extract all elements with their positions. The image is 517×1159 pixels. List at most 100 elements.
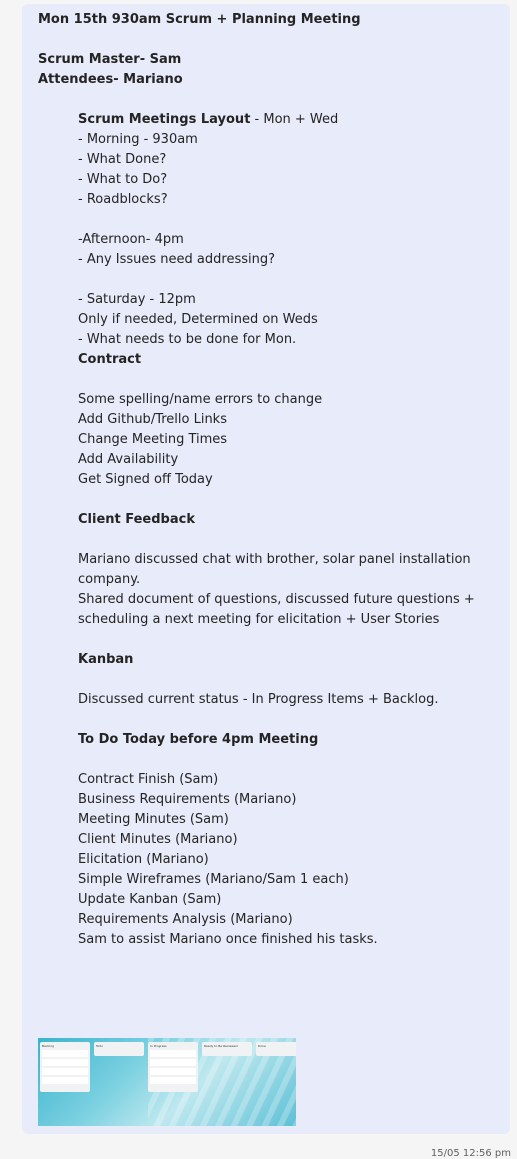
text: Meeting Minutes (Sam)	[78, 812, 229, 827]
text: - What to Do?	[78, 172, 168, 187]
message-line: - Saturday - 12pm	[38, 290, 498, 310]
kanban-column-title: Todo	[96, 1044, 103, 1048]
text: Add Github/Trello Links	[78, 412, 227, 427]
bold-text: Kanban	[78, 652, 134, 667]
text: -Afternoon- 4pm	[78, 232, 184, 247]
message-line: Discussed current status - In Progress I…	[38, 690, 498, 710]
add-card-row	[258, 1050, 296, 1054]
message-line: Update Kanban (Sam)	[38, 890, 498, 910]
text: Some spelling/name errors to change	[78, 392, 323, 407]
kanban-card	[42, 1068, 88, 1075]
message-line: - What to Do?	[38, 170, 498, 190]
text: Change Meeting Times	[78, 432, 228, 447]
message-line: Contract Finish (Sam)	[38, 770, 498, 790]
message-line: -Afternoon- 4pm	[38, 230, 498, 250]
kanban-column: Ready to Be Reviewed	[202, 1042, 252, 1056]
add-card-row	[42, 1086, 88, 1090]
kanban-card	[150, 1050, 196, 1057]
message-bubble: Mon 15th 930am Scrum + Planning Meeting S…	[22, 4, 510, 1134]
message-line: Scrum Master- Sam	[38, 50, 498, 70]
text: Mariano discussed chat with brother, sol…	[78, 552, 471, 587]
kanban-card	[42, 1050, 88, 1057]
text: - Saturday - 12pm	[78, 292, 196, 307]
text: Contract Finish (Sam)	[78, 772, 219, 787]
message-line: Business Requirements (Mariano)	[38, 790, 498, 810]
text: - What Done?	[78, 152, 167, 167]
message-line: Mon 15th 930am Scrum + Planning Meeting	[38, 10, 498, 30]
message-line: Only if needed, Determined on Weds	[38, 310, 498, 330]
bold-text: Client Feedback	[78, 512, 195, 527]
add-card-row	[150, 1086, 196, 1090]
kanban-column: Backlog	[40, 1042, 90, 1092]
message-line: To Do Today before 4pm Meeting	[38, 730, 498, 750]
message-line: - Roadblocks?	[38, 190, 498, 210]
text: Discussed current status - In Progress I…	[78, 692, 439, 707]
message-line: Add Github/Trello Links	[38, 410, 498, 430]
kanban-card	[150, 1077, 196, 1084]
bold-text: Scrum Master- Sam	[38, 52, 182, 67]
text: Business Requirements (Mariano)	[78, 792, 297, 807]
text: - Morning - 930am	[78, 132, 198, 147]
add-card-row	[204, 1050, 250, 1054]
bold-text: To Do Today before 4pm Meeting	[78, 732, 319, 747]
bold-text: Contract	[78, 352, 142, 367]
message-line: - Morning - 930am	[38, 130, 498, 150]
kanban-column: Done	[256, 1042, 296, 1056]
text: Sam to assist Mariano once finished his …	[78, 932, 378, 947]
message-line: Shared document of questions, discussed …	[38, 590, 498, 630]
message-line: - Any Issues need addressing?	[38, 250, 498, 270]
text: - What needs to be done for Mon.	[78, 332, 297, 347]
bold-text: Attendees- Mariano	[38, 72, 183, 87]
message-line: Scrum Meetings Layout - Mon + Wed	[38, 110, 498, 130]
bold-text: Scrum Meetings Layout	[78, 112, 251, 127]
text: - Any Issues need addressing?	[78, 252, 275, 267]
kanban-column: In Progress	[148, 1042, 198, 1092]
add-card-row	[96, 1050, 142, 1054]
message-line: Kanban	[38, 650, 498, 670]
text: - Roadblocks?	[78, 192, 168, 207]
kanban-screenshot-attachment[interactable]: Backlog Todo In Progress Ready to Be Review…	[38, 1038, 296, 1126]
message-line: Meeting Minutes (Sam)	[38, 810, 498, 830]
message-line: Elicitation (Mariano)	[38, 850, 498, 870]
message-body: Mon 15th 930am Scrum + Planning Meeting S…	[38, 10, 498, 950]
text: Add Availability	[78, 452, 179, 467]
text: Client Minutes (Mariano)	[78, 832, 238, 847]
kanban-column-title: In Progress	[150, 1044, 167, 1048]
kanban-card	[42, 1077, 88, 1084]
kanban-column: Todo	[94, 1042, 144, 1056]
message-line: Client Minutes (Mariano)	[38, 830, 498, 850]
kanban-column-title: Done	[258, 1044, 266, 1048]
kanban-card	[150, 1059, 196, 1066]
kanban-card	[150, 1068, 196, 1075]
message-line: Client Feedback	[38, 510, 498, 530]
message-line: Simple Wireframes (Mariano/Sam 1 each)	[38, 870, 498, 890]
text: Requirements Analysis (Mariano)	[78, 912, 293, 927]
kanban-column-title: Ready to Be Reviewed	[204, 1044, 238, 1048]
text: Get Signed off Today	[78, 472, 213, 487]
kanban-column-title: Backlog	[42, 1044, 54, 1048]
text: Only if needed, Determined on Weds	[78, 312, 318, 327]
message-line: Attendees- Mariano	[38, 70, 498, 90]
message-timestamp: 15/05 12:56 pm	[430, 1148, 511, 1159]
message-line: Get Signed off Today	[38, 470, 498, 490]
message-line: - What needs to be done for Mon.	[38, 330, 498, 350]
text: Shared document of questions, discussed …	[78, 592, 475, 627]
text: Update Kanban (Sam)	[78, 892, 222, 907]
kanban-card	[42, 1059, 88, 1066]
message-line: Requirements Analysis (Mariano)	[38, 910, 498, 930]
message-line: Change Meeting Times	[38, 430, 498, 450]
message-line: - What Done?	[38, 150, 498, 170]
text: Simple Wireframes (Mariano/Sam 1 each)	[78, 872, 349, 887]
message-line: Sam to assist Mariano once finished his …	[38, 930, 498, 950]
message-line: Some spelling/name errors to change	[38, 390, 498, 410]
